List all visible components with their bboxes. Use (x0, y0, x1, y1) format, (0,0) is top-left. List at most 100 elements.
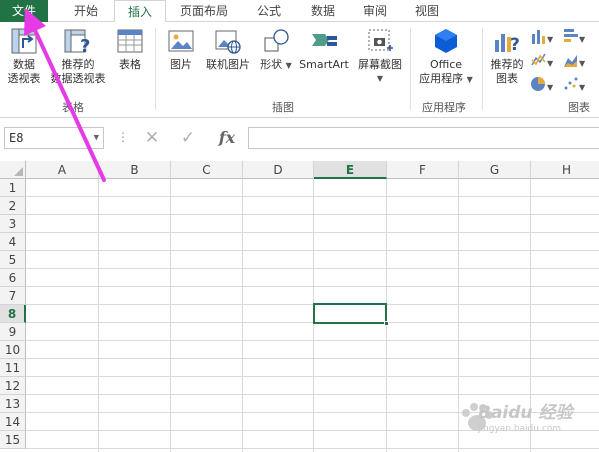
svg-text:▼: ▼ (579, 35, 586, 44)
recommended-charts-button[interactable]: ? 推荐的 图表 (486, 26, 528, 86)
tab-data[interactable]: 数据 (298, 0, 348, 22)
tab-home[interactable]: 开始 (58, 0, 114, 22)
chevron-down-icon: ▼ (466, 75, 473, 84)
row-gridline (26, 268, 599, 269)
row-gridline (26, 232, 599, 233)
row-header-12[interactable]: 12 (0, 377, 26, 395)
tables-group-label: 表格 (62, 101, 84, 114)
chevron-down-icon[interactable]: ▼ (94, 128, 99, 148)
ribbon-insert: 数据 透视表 ? 推荐的 数据透视表 表格 表格 图片 联机图片 形状 ▼ Sm… (0, 22, 599, 118)
row-header-10[interactable]: 10 (0, 341, 26, 359)
column-chart-icon[interactable]: ▼ (530, 26, 556, 46)
table-icon (117, 29, 143, 53)
pictures-button[interactable]: 图片 (162, 26, 200, 72)
recommended-pivottable-button[interactable]: ? 推荐的 数据透视表 (46, 26, 110, 86)
row-header-9[interactable]: 9 (0, 323, 26, 341)
svg-text:▼: ▼ (547, 59, 554, 68)
tab-view[interactable]: 视图 (402, 0, 452, 22)
line-chart-icon[interactable]: ▼ (530, 50, 556, 70)
tab-page-layout[interactable]: 页面布局 (168, 0, 240, 22)
row-header-14[interactable]: 14 (0, 413, 26, 431)
recommended-pivottable-icon: ? (64, 29, 90, 56)
online-pictures-label: 联机图片 (206, 58, 250, 71)
svg-text:?: ? (510, 35, 520, 55)
watermark-text: Baidu 经验 (478, 403, 573, 423)
row-header-8[interactable]: 8 (0, 305, 26, 323)
row-gridline (26, 196, 599, 197)
group-divider (155, 28, 156, 110)
pie-chart-icon[interactable]: ▼ (530, 74, 556, 94)
row-header-7[interactable]: 7 (0, 287, 26, 305)
svg-text:?: ? (80, 36, 90, 56)
shapes-text: 形状 (260, 58, 283, 71)
row-gridline (26, 250, 599, 251)
tab-formulas[interactable]: 公式 (244, 0, 294, 22)
column-header-d[interactable]: D (243, 161, 314, 179)
svg-text:▼: ▼ (579, 59, 586, 68)
column-header-g[interactable]: G (459, 161, 531, 179)
online-pictures-button[interactable]: 联机图片 (202, 26, 254, 72)
picture-icon (168, 30, 194, 52)
row-header-13[interactable]: 13 (0, 395, 26, 413)
enter-icon[interactable]: ✓ (174, 127, 202, 149)
fill-handle[interactable] (384, 321, 389, 326)
row-header-11[interactable]: 11 (0, 359, 26, 377)
select-all-button[interactable] (0, 161, 26, 179)
recommended-charts-label-2: 图表 (496, 72, 518, 85)
tab-file[interactable]: 文件 (0, 0, 48, 22)
name-box-value: E8 (9, 131, 24, 145)
pivottable-label-2: 透视表 (7, 72, 41, 85)
row-gridline (26, 394, 599, 395)
table-label: 表格 (119, 58, 141, 71)
smartart-button[interactable]: SmartArt (296, 26, 352, 72)
svg-text:▼: ▼ (547, 83, 554, 92)
tab-insert[interactable]: 插入 (114, 0, 166, 23)
charts-group-label: 图表 (568, 101, 590, 114)
table-button[interactable]: 表格 (112, 26, 148, 72)
screenshot-icon (368, 29, 393, 51)
column-header-b[interactable]: B (99, 161, 171, 179)
column-header-h[interactable]: H (531, 161, 599, 179)
office-apps-label-2: 应用程序 ▼ (414, 72, 478, 87)
scatter-chart-icon[interactable]: ▼ (562, 74, 588, 94)
row-header-2[interactable]: 2 (0, 197, 26, 215)
more-icon[interactable]: ⋮ (117, 130, 129, 144)
watermark-url: jingyan.baidu.com (478, 424, 562, 434)
group-divider (482, 28, 483, 110)
column-header-f[interactable]: F (387, 161, 459, 179)
row-gridline (26, 286, 599, 287)
row-header-4[interactable]: 4 (0, 233, 26, 251)
area-chart-icon[interactable]: ▼ (562, 50, 588, 70)
online-picture-icon (215, 30, 241, 54)
tab-review[interactable]: 审阅 (350, 0, 400, 22)
shapes-label: 形状 ▼ (258, 58, 294, 73)
smartart-label: SmartArt (299, 58, 349, 71)
row-header-15[interactable]: 15 (0, 431, 26, 449)
row-header-1[interactable]: 1 (0, 179, 26, 197)
pivottable-icon (11, 28, 37, 54)
pivottable-button[interactable]: 数据 透视表 (2, 26, 46, 86)
column-header-e[interactable]: E (314, 161, 387, 179)
column-header-a[interactable]: A (26, 161, 99, 179)
row-header-5[interactable]: 5 (0, 251, 26, 269)
bar-chart-icon[interactable]: ▼ (562, 26, 588, 46)
recommended-chart-icon: ? (495, 34, 520, 55)
row-header-3[interactable]: 3 (0, 215, 26, 233)
row-gridline (26, 448, 599, 449)
cancel-icon[interactable]: ✕ (138, 127, 166, 149)
row-header-6[interactable]: 6 (0, 269, 26, 287)
recommended-charts-label-1: 推荐的 (490, 58, 524, 71)
name-box[interactable]: E8 ▼ (4, 127, 104, 149)
column-header-c[interactable]: C (171, 161, 243, 179)
active-cell-e8[interactable] (313, 303, 387, 324)
insert-function-button[interactable]: fx (212, 127, 242, 149)
office-apps-button[interactable]: Office 应用程序 ▼ (414, 26, 478, 87)
formula-input[interactable] (248, 127, 599, 149)
recommended-pivottable-label-1: 推荐的 (61, 58, 95, 71)
shapes-button[interactable]: 形状 ▼ (258, 26, 294, 73)
illustrations-group-label: 插图 (272, 101, 294, 114)
screenshot-button[interactable]: 屏幕截图 ▼ (354, 26, 406, 86)
recommended-pivottable-label-2: 数据透视表 (50, 72, 106, 85)
row-gridline (26, 358, 599, 359)
shapes-icon (264, 29, 289, 52)
